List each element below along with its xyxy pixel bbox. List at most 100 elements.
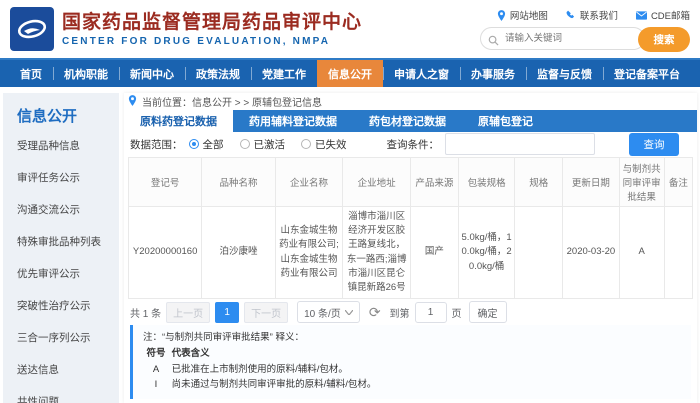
radio-activated[interactable]: 已激活 bbox=[240, 137, 286, 152]
envelope-icon bbox=[636, 11, 647, 20]
page-number-1[interactable]: 1 bbox=[215, 302, 239, 323]
tab-api-registration[interactable]: 原料药登记数据 bbox=[124, 110, 233, 132]
sidebar-item-common-issues[interactable]: 共性问题 bbox=[17, 394, 119, 403]
note-header-row: 符号 代表含义 bbox=[143, 346, 683, 362]
search-input[interactable] bbox=[480, 27, 645, 50]
header-source: 产品来源 bbox=[410, 157, 458, 206]
note-item-a-meaning: 已批准在上市制剂使用的原料/辅料/包材。 bbox=[172, 364, 348, 375]
search-bar: 搜索 bbox=[480, 27, 690, 52]
tab-raw-aux-pack[interactable]: 原辅包登记 bbox=[462, 110, 549, 132]
search-icon bbox=[488, 33, 499, 51]
next-page-button[interactable]: 下一页 bbox=[244, 302, 288, 323]
contact-link[interactable]: 联系我们 bbox=[566, 8, 618, 22]
sitemap-link[interactable]: 网站地图 bbox=[497, 8, 548, 22]
nav-item-policy[interactable]: 政策法规 bbox=[185, 60, 251, 87]
breadcrumb-text: 当前位置：信息公开 > > 原辅包登记信息 bbox=[142, 94, 322, 109]
cde-mail-link[interactable]: CDE邮箱 bbox=[636, 8, 690, 22]
header-reg-no: 登记号 bbox=[129, 157, 202, 206]
nav-item-party[interactable]: 党建工作 bbox=[251, 60, 317, 87]
cde-logo-icon bbox=[10, 7, 54, 51]
breadcrumb: 当前位置：信息公开 > > 原辅包登记信息 bbox=[124, 93, 697, 110]
nav-item-info-disclosure[interactable]: 信息公开 bbox=[317, 60, 383, 87]
sidebar-title: 信息公开 bbox=[17, 105, 119, 126]
tab-bar: 原料药登记数据 药用辅料登记数据 药包材登记数据 原辅包登记 bbox=[124, 110, 697, 132]
filter-bar: 数据范围： 全部 已激活 已失效 查询条件： 查询 bbox=[124, 132, 697, 157]
header-package-spec: 包装规格 bbox=[458, 157, 514, 206]
header-spec: 规格 bbox=[515, 157, 563, 206]
header-product-name: 品种名称 bbox=[202, 157, 275, 206]
note-item-i: I 尚未通过与制剂共同审评审批的原料/辅料/包材。 bbox=[143, 377, 683, 393]
brand-text: 国家药品监督管理局药品审评中心 CENTER FOR DRUG EVALUATI… bbox=[62, 11, 362, 48]
note-symbol-header: 符号 bbox=[143, 346, 169, 362]
query-button[interactable]: 查询 bbox=[629, 133, 679, 156]
sidebar-item-three-in-one[interactable]: 三合一序列公示 bbox=[17, 330, 119, 345]
site-subtitle: CENTER FOR DRUG EVALUATION, NMPA bbox=[62, 36, 362, 47]
cell-reg-no: Y20200000160 bbox=[129, 206, 202, 299]
pagination-total: 共 1 条 bbox=[130, 305, 161, 320]
cde-mail-label: CDE邮箱 bbox=[651, 8, 690, 22]
nav-item-home[interactable]: 首页 bbox=[9, 60, 53, 87]
search-button[interactable]: 搜索 bbox=[638, 27, 690, 52]
contact-label: 联系我们 bbox=[580, 8, 618, 22]
note-item-a: A 已批准在上市制剂使用的原料/辅料/包材。 bbox=[143, 362, 683, 378]
header-update-date: 更新日期 bbox=[563, 157, 619, 206]
cell-spec bbox=[515, 206, 563, 299]
goto-confirm-button[interactable]: 确定 bbox=[469, 301, 507, 323]
nav-item-news[interactable]: 新闻中心 bbox=[119, 60, 185, 87]
goto-page-input[interactable] bbox=[415, 302, 447, 323]
nav-item-registration-platform[interactable]: 登记备案平台 bbox=[603, 60, 691, 87]
cell-update-date: 2020-03-20 bbox=[563, 206, 619, 299]
cell-package-spec: 5.0kg/桶，10.0kg/桶，20.0kg/桶 bbox=[458, 206, 514, 299]
brand: 国家药品监督管理局药品审评中心 CENTER FOR DRUG EVALUATI… bbox=[10, 7, 362, 51]
sidebar-item-delivery-info[interactable]: 送达信息 bbox=[17, 362, 119, 377]
breadcrumb-pin-icon bbox=[128, 95, 137, 109]
tab-packaging-registration[interactable]: 药包材登记数据 bbox=[353, 110, 462, 132]
prev-page-button[interactable]: 上一页 bbox=[166, 302, 210, 323]
note-item-i-meaning: 尚未通过与制剂共同审评审批的原料/辅料/包材。 bbox=[172, 379, 377, 390]
query-label: 查询条件： bbox=[387, 137, 440, 152]
note-box: 注：“与制剂共同审评审批结果” 释义： 符号 代表含义 A 已批准在上市制剂使用… bbox=[130, 325, 691, 399]
radio-all[interactable]: 全部 bbox=[189, 137, 224, 152]
note-item-i-symbol: I bbox=[143, 377, 169, 393]
header-company-address: 企业地址 bbox=[343, 157, 411, 206]
sidebar-item-communication[interactable]: 沟通交流公示 bbox=[17, 202, 119, 217]
sidebar-item-accepted-varieties[interactable]: 受理品种信息 bbox=[17, 138, 119, 153]
note-title: 注：“与制剂共同审评审批结果” 释义： bbox=[143, 330, 683, 346]
goto-label: 到第 bbox=[390, 305, 410, 320]
cell-product-name: 泊沙康唑 bbox=[202, 206, 275, 299]
refresh-icon[interactable]: ⟳ bbox=[369, 305, 381, 319]
sidebar-item-priority-review[interactable]: 优先审评公示 bbox=[17, 266, 119, 281]
location-pin-icon bbox=[497, 10, 506, 21]
nav-item-supervision[interactable]: 监督与反馈 bbox=[526, 60, 603, 87]
goto-unit: 页 bbox=[452, 305, 462, 320]
nav-item-applicant[interactable]: 申请人之窗 bbox=[383, 60, 460, 87]
header-remark: 备注 bbox=[664, 157, 692, 206]
query-input[interactable] bbox=[445, 133, 595, 155]
cell-company-address: 淄博市淄川区经济开发区胶王路复线北，东一路西;淄博市淄川区昆仑镇昆新路26号 bbox=[343, 206, 411, 299]
sidebar-item-breakthrough-therapy[interactable]: 突破性治疗公示 bbox=[17, 298, 119, 313]
radio-expired-dot-icon bbox=[301, 139, 311, 149]
range-label: 数据范围： bbox=[130, 137, 183, 152]
radio-all-label: 全部 bbox=[203, 137, 224, 152]
sidebar-item-special-approval[interactable]: 特殊审批品种列表 bbox=[17, 234, 119, 249]
tab-excipient-registration[interactable]: 药用辅料登记数据 bbox=[233, 110, 353, 132]
cell-remark bbox=[664, 206, 692, 299]
nav-item-services[interactable]: 办事服务 bbox=[460, 60, 526, 87]
main-nav: 首页 机构职能 新闻中心 政策法规 党建工作 信息公开 申请人之窗 办事服务 监… bbox=[0, 60, 700, 87]
nav-item-org[interactable]: 机构职能 bbox=[53, 60, 119, 87]
quick-links: 网站地图 联系我们 CDE邮箱 bbox=[497, 8, 690, 22]
header-company-name: 企业名称 bbox=[275, 157, 343, 206]
page-size-value: 10 条/页 bbox=[304, 305, 341, 320]
chevron-down-icon bbox=[345, 307, 353, 318]
radio-expired[interactable]: 已失效 bbox=[301, 137, 347, 152]
table-header-row: 登记号 品种名称 企业名称 企业地址 产品来源 包装规格 规格 更新日期 与制剂… bbox=[129, 157, 693, 206]
radio-activated-dot-icon bbox=[240, 139, 250, 149]
phone-icon bbox=[566, 10, 576, 20]
sidebar-item-review-tasks[interactable]: 审评任务公示 bbox=[17, 170, 119, 185]
page-size-select[interactable]: 10 条/页 bbox=[297, 301, 360, 323]
registration-table: 登记号 品种名称 企业名称 企业地址 产品来源 包装规格 规格 更新日期 与制剂… bbox=[128, 157, 693, 300]
header-joint-review-result: 与制剂共同审评审批结果 bbox=[619, 157, 664, 206]
content: 当前位置：信息公开 > > 原辅包登记信息 原料药登记数据 药用辅料登记数据 药… bbox=[124, 93, 697, 403]
radio-expired-label: 已失效 bbox=[315, 137, 347, 152]
radio-activated-label: 已激活 bbox=[254, 137, 286, 152]
